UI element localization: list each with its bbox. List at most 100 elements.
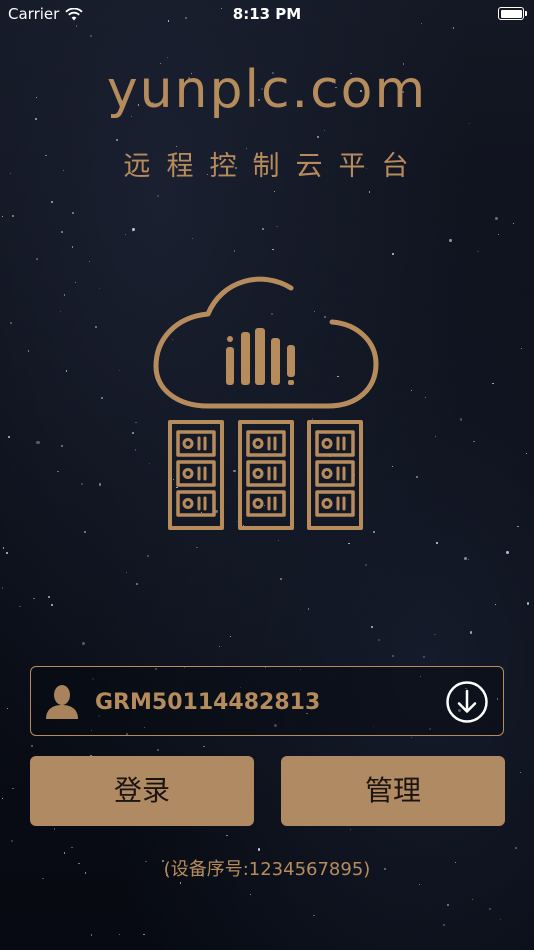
star — [71, 245, 74, 248]
star — [526, 602, 530, 605]
device-id-field[interactable] — [30, 666, 504, 736]
star — [1, 215, 4, 218]
star — [276, 226, 278, 228]
star — [50, 603, 53, 606]
star — [368, 190, 371, 193]
star — [118, 933, 121, 936]
device-id-input[interactable] — [93, 677, 437, 727]
star — [99, 483, 102, 486]
star — [469, 631, 473, 634]
manage-button[interactable]: 管理 — [281, 756, 505, 826]
star — [27, 349, 30, 352]
star — [316, 135, 319, 138]
star — [468, 122, 470, 124]
login-button[interactable]: 登录 — [30, 756, 254, 826]
star — [467, 558, 469, 560]
star — [365, 564, 368, 566]
star — [512, 222, 514, 225]
star — [423, 656, 426, 659]
star — [464, 556, 467, 560]
star — [230, 635, 232, 637]
star — [391, 466, 393, 468]
star — [196, 546, 198, 549]
star — [443, 923, 446, 926]
star — [157, 194, 160, 197]
star — [434, 634, 436, 636]
star — [143, 934, 145, 936]
star — [262, 228, 265, 230]
star — [434, 436, 436, 438]
star — [8, 435, 11, 438]
star — [71, 846, 73, 849]
star — [6, 552, 8, 554]
star — [219, 645, 221, 647]
star — [166, 57, 169, 59]
star — [191, 237, 193, 239]
star — [517, 526, 519, 528]
status-bar: Carrier 8:13 PM — [0, 0, 534, 30]
star — [392, 252, 394, 255]
star — [131, 227, 135, 231]
star — [2, 547, 4, 549]
star — [6, 707, 8, 709]
star — [249, 893, 252, 896]
star — [131, 432, 134, 435]
star — [377, 638, 381, 642]
star — [74, 281, 76, 283]
dropdown-arrow-icon[interactable] — [445, 680, 489, 724]
star — [100, 397, 103, 400]
star — [12, 214, 15, 217]
star — [63, 294, 66, 297]
star — [520, 348, 522, 350]
star — [280, 578, 282, 580]
star — [89, 261, 91, 263]
star — [36, 258, 38, 260]
star — [47, 595, 50, 598]
star — [203, 745, 206, 748]
star — [115, 139, 118, 141]
star — [12, 787, 14, 790]
star — [147, 554, 149, 557]
star — [495, 216, 499, 221]
star — [36, 441, 40, 445]
battery-icon — [498, 7, 527, 20]
star — [99, 288, 101, 290]
star — [81, 483, 83, 485]
star — [273, 190, 276, 193]
star — [30, 744, 34, 748]
star — [19, 605, 21, 608]
star — [59, 311, 62, 313]
star — [257, 848, 260, 851]
star — [473, 440, 475, 443]
cloud-server-icon — [153, 276, 379, 530]
star — [491, 382, 494, 385]
star — [72, 212, 74, 214]
star — [90, 934, 92, 936]
star — [410, 389, 412, 391]
star — [371, 625, 373, 628]
brand-title: yunplc.com — [106, 60, 428, 120]
star — [60, 444, 63, 447]
star — [1, 587, 4, 589]
user-icon — [46, 685, 78, 719]
star — [506, 551, 510, 554]
star — [515, 846, 517, 849]
star — [135, 583, 138, 586]
star — [499, 919, 501, 921]
star — [131, 231, 134, 233]
star — [56, 470, 59, 473]
star — [124, 233, 127, 236]
star — [391, 655, 394, 658]
star — [125, 571, 128, 574]
star — [476, 250, 479, 253]
star — [272, 248, 274, 251]
star — [349, 828, 352, 830]
star — [494, 604, 497, 606]
star — [419, 883, 421, 885]
status-time: 8:13 PM — [232, 5, 302, 23]
star — [459, 418, 463, 421]
star — [471, 898, 474, 901]
star — [157, 749, 159, 751]
star — [63, 852, 66, 854]
star — [312, 914, 315, 917]
